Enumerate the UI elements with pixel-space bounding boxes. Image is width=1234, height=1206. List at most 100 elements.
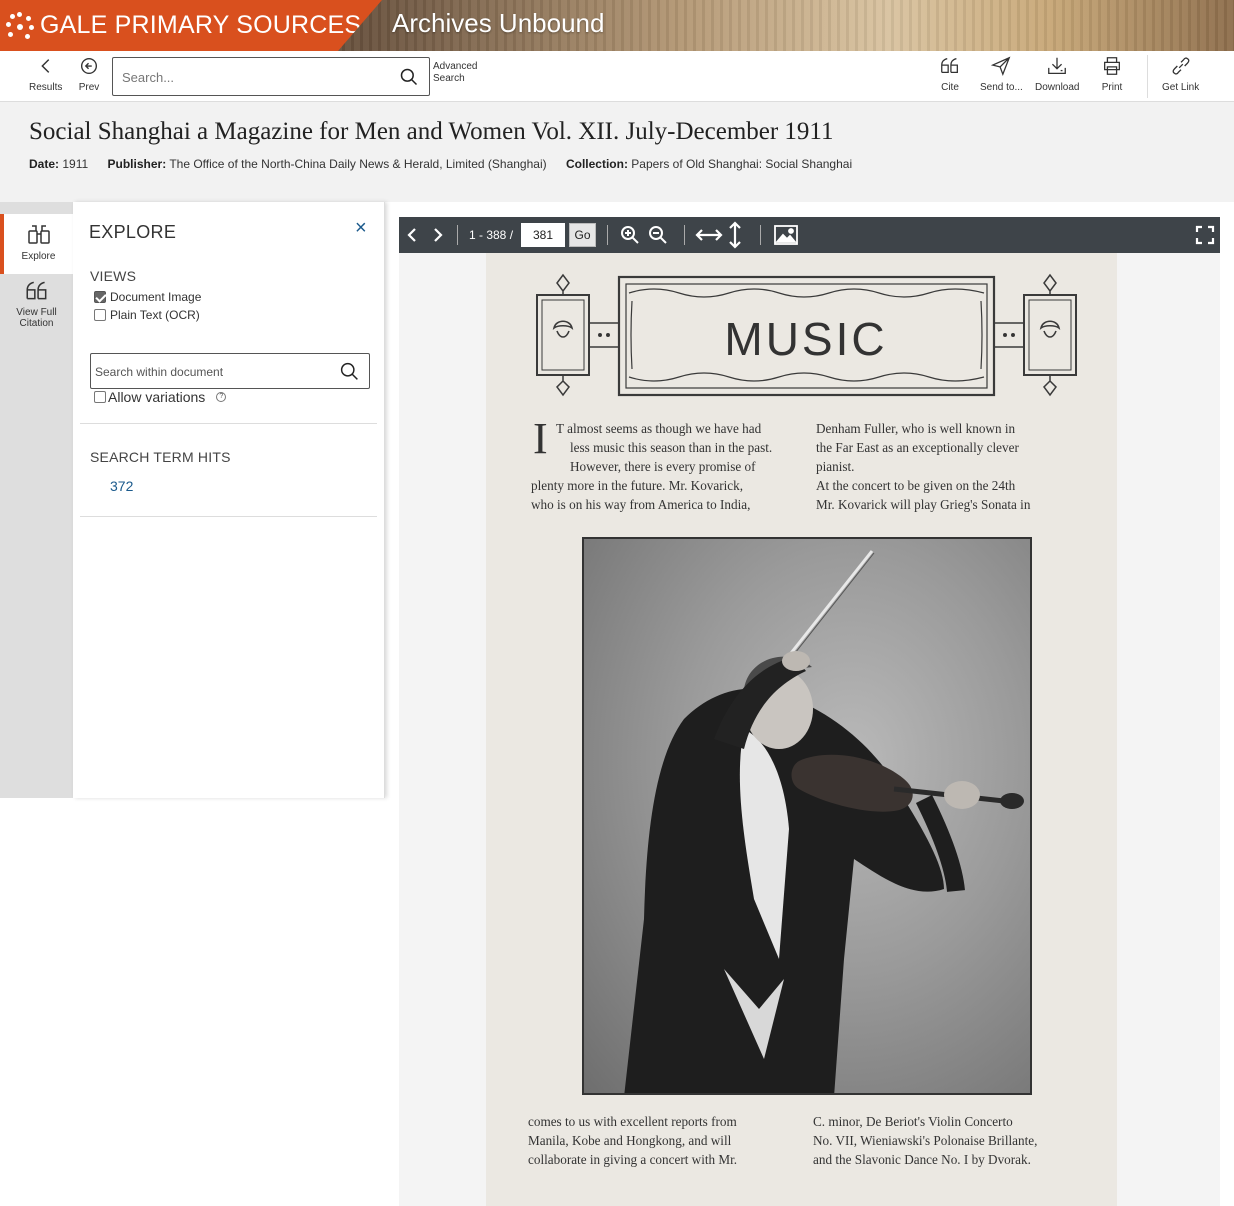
- document-viewer[interactable]: MUSIC I T almost seems as though we have…: [399, 253, 1220, 1206]
- quote-icon: [941, 58, 958, 74]
- text-line: the Far East as an exceptionally clever: [816, 440, 1019, 455]
- send-label: Send to...: [980, 82, 1023, 93]
- toolbar-separator: [457, 225, 458, 245]
- print-button[interactable]: Print: [1101, 55, 1123, 93]
- text-line: Denham Fuller, who is well known in: [816, 421, 1016, 436]
- document-image-label: Document Image: [110, 290, 202, 304]
- printer-icon: [1104, 57, 1120, 75]
- rail-explore-label: Explore: [21, 251, 56, 262]
- gale-logo-icon: [6, 11, 34, 40]
- page-range: 1 - 388 /: [469, 228, 514, 242]
- text-line: and the Slavonic Dance No. I by Dvorak.: [813, 1152, 1031, 1167]
- zoom-in-icon[interactable]: [620, 225, 640, 245]
- plain-text-checkbox[interactable]: [94, 309, 106, 321]
- search-hits-count[interactable]: 372: [110, 478, 133, 494]
- previous-page-icon[interactable]: [403, 225, 423, 245]
- collection-label: Collection:: [565, 157, 628, 171]
- search-input[interactable]: [122, 67, 392, 87]
- text-line: T almost seems as though we have had: [556, 421, 762, 436]
- document-page-image: MUSIC I T almost seems as though we have…: [486, 253, 1117, 1206]
- search-icon[interactable]: [339, 361, 360, 382]
- rail-citation-label-1: View Full: [16, 307, 57, 318]
- viewer-toolbar: 1 - 388 / Go: [399, 217, 1220, 253]
- search-icon[interactable]: [399, 67, 419, 87]
- text-line: No. VII, Wieniawski's Polonaise Brillant…: [813, 1133, 1038, 1148]
- allow-variations-checkbox[interactable]: [94, 391, 106, 403]
- document-title: Social Shanghai a Magazine for Men and W…: [29, 118, 834, 145]
- violinist-photo: [582, 537, 1032, 1095]
- results-button[interactable]: Results: [29, 55, 62, 93]
- toolbar: Results Prev Advanced Search Cite Send t…: [0, 51, 1234, 102]
- send-to-button[interactable]: Send to...: [980, 55, 1023, 93]
- text-column-left-bottom: comes to us with excellent reports from …: [528, 1112, 796, 1169]
- gale-brand[interactable]: GALE PRIMARY SOURCES: [0, 0, 382, 51]
- close-icon[interactable]: ×: [355, 218, 367, 238]
- toolbar-separator: [760, 225, 761, 245]
- binoculars-icon: [27, 225, 50, 244]
- music-heading-ornament: MUSIC: [536, 273, 1077, 397]
- text-line: collaborate in giving a concert with Mr.: [528, 1152, 738, 1167]
- image-icon[interactable]: [774, 225, 798, 245]
- text-line: At the concert to be given on the 24th: [816, 478, 1016, 493]
- panel-divider: [80, 516, 377, 517]
- cite-button[interactable]: Cite: [939, 55, 961, 93]
- text-line: who is on his way from America to India,: [531, 497, 751, 512]
- rail-citation-button[interactable]: View Full Citation: [0, 270, 73, 330]
- prev-button[interactable]: Prev: [78, 55, 100, 93]
- advanced-search-link[interactable]: Advanced Search: [433, 61, 477, 85]
- text-line: C. minor, De Beriot's Violin Concerto: [813, 1114, 1013, 1129]
- document-image-checkbox[interactable]: [94, 291, 106, 303]
- text-line: Manila, Kobe and Hongkong, and will: [528, 1133, 732, 1148]
- text-line: plenty more in the future. Mr. Kovarick,: [531, 478, 744, 493]
- search-field[interactable]: [112, 57, 430, 96]
- text-column-right-top: Denham Fuller, who is well known in the …: [816, 419, 1082, 514]
- fullscreen-icon[interactable]: [1195, 225, 1215, 245]
- advanced-line1: Advanced: [433, 61, 478, 72]
- text-line: pianist.: [816, 459, 855, 474]
- panel-divider: [80, 423, 377, 424]
- views-heading: VIEWS: [90, 268, 137, 284]
- next-page-icon[interactable]: [427, 225, 447, 245]
- collection-value: Papers of Old Shanghai: Social Shanghai: [631, 157, 853, 171]
- chevron-left-icon: [40, 59, 49, 73]
- search-within-input[interactable]: [95, 363, 325, 381]
- results-label: Results: [29, 82, 63, 93]
- go-button[interactable]: Go: [569, 223, 596, 247]
- view-document-image-option[interactable]: Document Image: [94, 290, 201, 304]
- document-meta: Date: 1911 Publisher: The Office of the …: [29, 157, 868, 171]
- print-label: Print: [1101, 82, 1123, 93]
- download-label: Download: [1035, 82, 1080, 93]
- search-within-field[interactable]: [90, 353, 370, 389]
- download-button[interactable]: Download: [1035, 55, 1079, 93]
- meta-publisher: Publisher: The Office of the North-China…: [108, 157, 547, 171]
- advanced-line2: Search: [433, 73, 465, 84]
- view-plain-text-option[interactable]: Plain Text (OCR): [94, 308, 200, 322]
- explore-title: EXPLORE: [89, 222, 177, 242]
- fit-width-icon[interactable]: [695, 225, 723, 245]
- text-line: less music this season than in the past.: [570, 440, 773, 455]
- top-banner: GALE PRIMARY SOURCES Archives Unbound: [0, 0, 1234, 51]
- page-number-input[interactable]: [521, 223, 565, 247]
- rail-explore-button[interactable]: Explore: [0, 214, 73, 274]
- fit-height-icon[interactable]: [726, 221, 744, 249]
- meta-date: Date: 1911: [29, 157, 88, 171]
- plain-text-label: Plain Text (OCR): [110, 308, 200, 322]
- allow-variations-label: Allow variations: [108, 389, 206, 405]
- search-hits-heading: SEARCH TERM HITS: [90, 449, 231, 465]
- document-header: Social Shanghai a Magazine for Men and W…: [0, 102, 1234, 202]
- help-icon[interactable]: ?: [216, 392, 227, 402]
- arrow-left-circle-icon: [80, 57, 98, 75]
- date-value: 1911: [62, 157, 89, 171]
- get-link-button[interactable]: Get Link: [1162, 55, 1199, 93]
- zoom-out-icon[interactable]: [648, 225, 668, 245]
- allow-variations-option[interactable]: Allow variations ?: [94, 389, 227, 405]
- date-label: Date:: [29, 157, 60, 171]
- violinist-illustration: [624, 550, 1024, 1093]
- explore-panel: EXPLORE × VIEWS Document Image Plain Tex…: [73, 202, 385, 798]
- toolbar-separator: [607, 225, 608, 245]
- left-rail: Explore View Full Citation: [0, 202, 73, 798]
- link-icon: [1172, 57, 1190, 75]
- product-name: Archives Unbound: [392, 8, 605, 38]
- music-heading: MUSIC: [724, 313, 887, 365]
- text-line: Mr. Kovarick will play Grieg's Sonata in: [816, 497, 1031, 512]
